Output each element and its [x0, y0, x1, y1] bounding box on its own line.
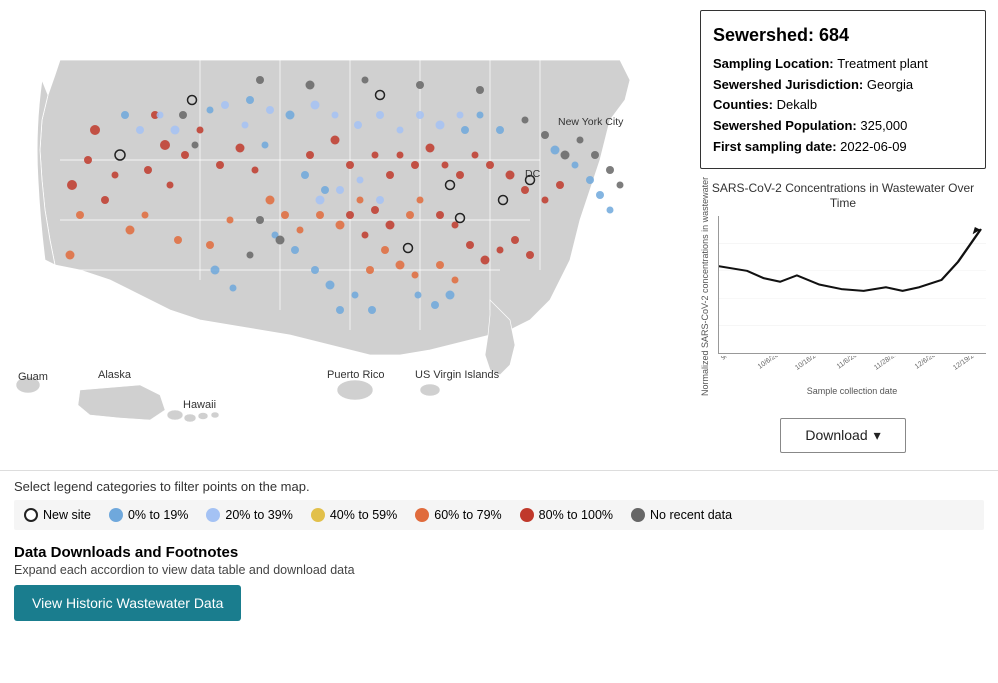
view-historic-button[interactable]: View Historic Wastewater Data: [14, 585, 241, 621]
legend-icon-no-recent: [631, 508, 645, 522]
legend-label-80-100: 80% to 100%: [539, 508, 613, 522]
x-date-6: 12/6/2022: [914, 356, 954, 382]
first-sampling-label: First sampling date:: [713, 137, 837, 158]
top-section: Guam Alaska Hawaii Puerto Rico US Virgin…: [0, 0, 998, 470]
legend-item-40-59[interactable]: 40% to 59%: [311, 508, 397, 522]
legend-filter-text: Select legend categories to filter point…: [14, 479, 984, 494]
legend-icon-40-59: [311, 508, 325, 522]
svg-text:Hawaii: Hawaii: [183, 399, 216, 411]
chart-wrapper: Normalized SARS-CoV-2 concentrations in …: [700, 216, 986, 396]
downloads-section: Data Downloads and Footnotes Expand each…: [0, 536, 998, 631]
downloads-subtitle: Expand each accordion to view data table…: [14, 563, 984, 577]
legend-icon-60-79: [415, 508, 429, 522]
legend-label-40-59: 40% to 59%: [330, 508, 397, 522]
legend-label-no-recent: No recent data: [650, 508, 732, 522]
jurisdiction-label: Sewershed Jurisdiction:: [713, 75, 863, 96]
legend-icon-new-site: [24, 508, 38, 522]
sewershed-title: Sewershed: 684: [713, 21, 973, 50]
legend-icon-80-100: [520, 508, 534, 522]
counties-label: Counties:: [713, 95, 773, 116]
counties-value: Dekalb: [777, 95, 817, 116]
first-sampling-row: First sampling date: 2022-06-09: [713, 137, 973, 158]
legend-item-80-100[interactable]: 80% to 100%: [520, 508, 613, 522]
x-date-1: 9/6/2022: [720, 356, 757, 377]
chart-title: SARS-CoV-2 Concentrations in Wastewater …: [700, 181, 986, 212]
download-button[interactable]: Download ▾: [780, 418, 905, 453]
x-date-7: 12/19/2022: [952, 356, 986, 382]
sampling-location-row: Sampling Location: Treatment plant: [713, 54, 973, 75]
sampling-location-label: Sampling Location:: [713, 54, 834, 75]
legend-icon-0-19: [109, 508, 123, 522]
legend-items: New site 0% to 19% 20% to 39% 40% to 59%…: [14, 500, 984, 530]
svg-text:Alaska: Alaska: [98, 369, 132, 381]
legend-item-no-recent[interactable]: No recent data: [631, 508, 732, 522]
chart-y-label: Normalized SARS-CoV-2 concentrations in …: [700, 216, 718, 396]
download-label: Download: [805, 427, 867, 443]
svg-text:US Virgin Islands: US Virgin Islands: [415, 369, 500, 381]
legend-section: Select legend categories to filter point…: [0, 470, 998, 536]
downloads-title: Data Downloads and Footnotes: [14, 544, 984, 561]
svg-text:Guam: Guam: [18, 371, 48, 383]
chart-inner: 9/6/2022 10/6/2022 10/16/2022 11/6/2022 …: [718, 216, 986, 396]
counties-row: Counties: Dekalb: [713, 95, 973, 116]
sampling-location-value: Treatment plant: [837, 54, 928, 75]
legend-item-new-site[interactable]: New site: [24, 508, 91, 522]
view-historic-label: View Historic Wastewater Data: [32, 595, 223, 611]
population-value: 325,000: [860, 116, 907, 137]
x-date-3: 10/16/2022: [795, 356, 839, 382]
svg-text:New York City: New York City: [558, 116, 624, 128]
legend-icon-20-39: [206, 508, 220, 522]
svg-text:DC: DC: [525, 168, 541, 180]
sidebar-panel: Sewershed: 684 Sampling Location: Treatm…: [688, 0, 998, 470]
jurisdiction-row: Sewershed Jurisdiction: Georgia: [713, 75, 973, 96]
jurisdiction-value: Georgia: [867, 75, 913, 96]
legend-item-0-19[interactable]: 0% to 19%: [109, 508, 188, 522]
download-icon: ▾: [874, 427, 881, 444]
x-date-2: 10/6/2022: [757, 356, 797, 382]
x-date-4: 11/6/2022: [836, 356, 876, 382]
legend-item-60-79[interactable]: 60% to 79%: [415, 508, 501, 522]
first-sampling-value: 2022-06-09: [840, 137, 907, 158]
population-row: Sewershed Population: 325,000: [713, 116, 973, 137]
x-date-5: 11/28/2022: [873, 356, 916, 382]
svg-text:Puerto Rico: Puerto Rico: [327, 369, 384, 381]
legend-label-new-site: New site: [43, 508, 91, 522]
main-container: Guam Alaska Hawaii Puerto Rico US Virgin…: [0, 0, 998, 631]
chart-section: SARS-CoV-2 Concentrations in Wastewater …: [700, 181, 986, 396]
map-area[interactable]: Guam Alaska Hawaii Puerto Rico US Virgin…: [0, 0, 688, 470]
chart-svg: [718, 216, 986, 354]
legend-label-60-79: 60% to 79%: [434, 508, 501, 522]
population-label: Sewershed Population:: [713, 116, 857, 137]
chart-x-label: Sample collection date: [718, 386, 986, 396]
info-box: Sewershed: 684 Sampling Location: Treatm…: [700, 10, 986, 169]
legend-item-20-39[interactable]: 20% to 39%: [206, 508, 292, 522]
legend-label-20-39: 20% to 39%: [225, 508, 292, 522]
legend-label-0-19: 0% to 19%: [128, 508, 188, 522]
